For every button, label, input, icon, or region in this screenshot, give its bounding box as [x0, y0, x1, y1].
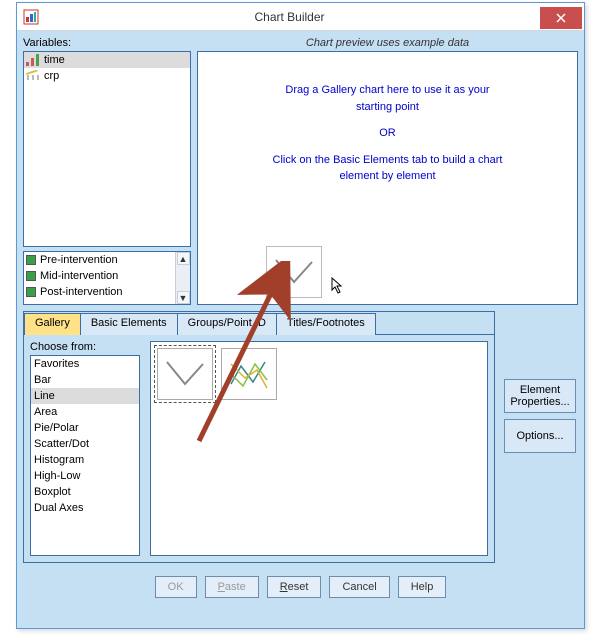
preview-label: Chart preview uses example data [197, 37, 578, 49]
cancel-button[interactable]: Cancel [329, 576, 389, 598]
middle-wrap: Gallery Basic Elements Groups/Point ID T… [23, 305, 578, 563]
line-multiple-thumb[interactable] [221, 348, 277, 400]
hint-line: Drag a Gallery chart here to use it as y… [198, 82, 577, 99]
options-button[interactable]: Options... [504, 419, 576, 453]
gallery-thumbnails [150, 341, 488, 556]
category-name: Post-intervention [40, 286, 123, 298]
hint-line: element by element [198, 168, 577, 185]
hint-or: OR [198, 125, 577, 142]
close-button[interactable] [540, 7, 582, 29]
gallery-type-item[interactable]: Scatter/Dot [31, 436, 139, 452]
scroll-down-icon[interactable]: ▼ [177, 291, 190, 304]
titlebar: Chart Builder [17, 3, 584, 31]
swatch-icon [26, 255, 36, 265]
app-icon [23, 9, 39, 25]
categories-scrollbar[interactable]: ▲ ▼ [175, 252, 190, 304]
ok-button[interactable]: OK [155, 576, 197, 598]
preview-column: Chart preview uses example data Drag a G… [197, 37, 578, 305]
dialog-footer: OK Paste Reset Cancel Help [23, 563, 578, 611]
tab-groups-point-id[interactable]: Groups/Point ID [177, 313, 277, 335]
tab-titles-footnotes[interactable]: Titles/Footnotes [276, 313, 376, 335]
chart-preview-dropzone[interactable]: Drag a Gallery chart here to use it as y… [197, 51, 578, 305]
line-simple-thumb[interactable] [157, 348, 213, 400]
tab-basic-elements[interactable]: Basic Elements [80, 313, 178, 335]
hint-line: starting point [198, 99, 577, 116]
preview-hint: Drag a Gallery chart here to use it as y… [198, 82, 577, 185]
hint-line: Click on the Basic Elements tab to build… [198, 152, 577, 169]
tab-gallery[interactable]: Gallery [24, 313, 81, 335]
scroll-up-icon[interactable]: ▲ [177, 252, 190, 265]
element-properties-button[interactable]: Element Properties... [504, 379, 576, 413]
category-name: Pre-intervention [40, 254, 118, 266]
variable-name: crp [44, 70, 59, 82]
category-name: Mid-intervention [40, 270, 118, 282]
paste-button[interactable]: Paste [205, 576, 259, 598]
variables-label: Variables: [23, 37, 191, 49]
category-row[interactable]: Post-intervention [24, 284, 175, 300]
gallery-type-list[interactable]: Favorites Bar Line Area Pie/Polar Scatte… [30, 355, 140, 556]
reset-button[interactable]: Reset [267, 576, 322, 598]
gallery-tab-body: Choose from: Favorites Bar Line Area Pie… [24, 334, 494, 562]
gallery-type-item[interactable]: Area [31, 404, 139, 420]
gallery-type-item[interactable]: Boxplot [31, 484, 139, 500]
scroll-track[interactable] [177, 265, 190, 291]
scale-icon [26, 70, 40, 82]
categories-list[interactable]: Pre-intervention Mid-intervention Post-i… [23, 251, 191, 305]
window-title: Chart Builder [39, 10, 540, 24]
gallery-type-item[interactable]: Bar [31, 372, 139, 388]
side-buttons: Element Properties... Options... [504, 379, 576, 453]
swatch-icon [26, 271, 36, 281]
gallery-type-item[interactable]: Histogram [31, 452, 139, 468]
chart-builder-dialog: Chart Builder Variables: time [16, 2, 585, 629]
dialog-body: Variables: time crp [17, 31, 584, 628]
chart-templates-panel: Gallery Basic Elements Groups/Point ID T… [23, 311, 495, 563]
variables-list[interactable]: time crp [23, 51, 191, 247]
gallery-type-item[interactable]: Dual Axes [31, 500, 139, 516]
category-row[interactable]: Mid-intervention [24, 268, 175, 284]
ordinal-icon [26, 54, 40, 66]
tabs-row: Gallery Basic Elements Groups/Point ID T… [24, 312, 494, 334]
help-button[interactable]: Help [398, 576, 447, 598]
gallery-type-item[interactable]: Line [31, 388, 139, 404]
drag-ghost-thumb [266, 246, 322, 298]
variable-name: time [44, 54, 65, 66]
choose-from-label: Choose from: [30, 341, 140, 353]
drag-cursor-icon [326, 277, 346, 302]
gallery-type-item[interactable]: High-Low [31, 468, 139, 484]
variable-row[interactable]: time [24, 52, 190, 68]
upper-row: Variables: time crp [23, 37, 578, 305]
gallery-type-item[interactable]: Pie/Polar [31, 420, 139, 436]
variable-row[interactable]: crp [24, 68, 190, 84]
category-row[interactable]: Pre-intervention [24, 252, 175, 268]
swatch-icon [26, 287, 36, 297]
variables-column: Variables: time crp [23, 37, 191, 305]
choose-from-column: Choose from: Favorites Bar Line Area Pie… [30, 341, 140, 556]
gallery-type-item[interactable]: Favorites [31, 356, 139, 372]
